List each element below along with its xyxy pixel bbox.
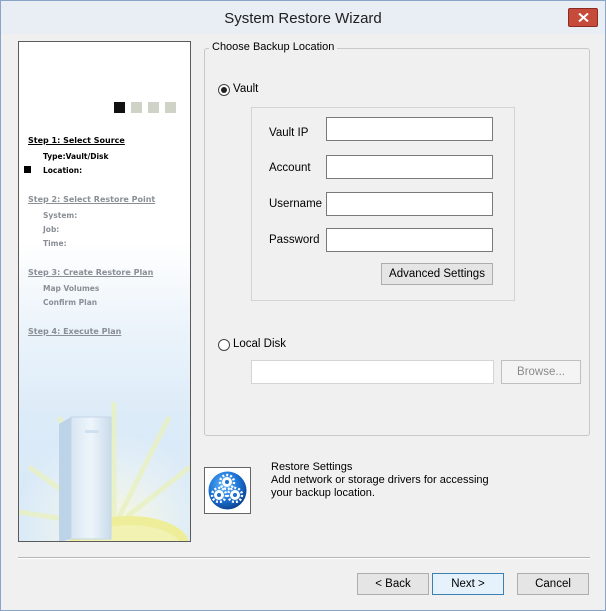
step-2-detail-time: Time: bbox=[43, 239, 67, 248]
title-bar: System Restore Wizard bbox=[1, 1, 605, 34]
step-1-label: Step 1: Select Source bbox=[28, 136, 125, 145]
restore-settings-button[interactable] bbox=[204, 467, 251, 514]
username-input[interactable] bbox=[326, 192, 493, 216]
cancel-button[interactable]: Cancel bbox=[517, 573, 589, 595]
username-label: Username bbox=[269, 198, 323, 210]
step-1-detail-location: Location: bbox=[43, 166, 83, 175]
local-disk-path-input[interactable] bbox=[251, 360, 494, 384]
step-2-detail-system: System: bbox=[43, 211, 78, 220]
step-2-detail-job: Job: bbox=[43, 225, 60, 234]
server-sunrise-illustration bbox=[19, 372, 190, 541]
close-button[interactable] bbox=[568, 8, 598, 27]
step-4-label: Step 4: Execute Plan bbox=[28, 327, 122, 336]
account-label: Account bbox=[269, 162, 311, 174]
gears-icon bbox=[208, 471, 247, 510]
vault-radio-label[interactable]: Vault bbox=[233, 83, 258, 95]
footer-separator bbox=[18, 557, 590, 559]
vault-ip-label: Vault IP bbox=[269, 127, 309, 139]
step-2-label: Step 2: Select Restore Point bbox=[28, 195, 156, 204]
close-icon bbox=[578, 13, 589, 22]
wizard-window: System Restore Wizard Step 1: Select Sou… bbox=[0, 0, 606, 611]
restore-settings-description: Add network or storage drivers for acces… bbox=[271, 474, 489, 499]
group-title: Choose Backup Location bbox=[209, 41, 338, 53]
restore-settings-title: Restore Settings bbox=[271, 461, 353, 473]
radio-selected-dot bbox=[221, 87, 227, 93]
password-input[interactable] bbox=[326, 228, 493, 252]
steps-panel: Step 1: Select Source Type:Vault/Disk Lo… bbox=[18, 41, 191, 542]
current-item-bullet bbox=[24, 166, 31, 173]
step-3-detail-confirm-plan: Confirm Plan bbox=[43, 298, 98, 307]
account-input[interactable] bbox=[326, 155, 493, 179]
local-disk-radio-label[interactable]: Local Disk bbox=[233, 338, 286, 350]
next-button[interactable]: Next > bbox=[432, 573, 504, 595]
progress-square bbox=[131, 102, 142, 113]
step-3-label: Step 3: Create Restore Plan bbox=[28, 268, 154, 277]
vault-radio[interactable] bbox=[218, 84, 230, 96]
password-label: Password bbox=[269, 234, 320, 246]
browse-button[interactable]: Browse... bbox=[501, 360, 581, 384]
vault-ip-input[interactable] bbox=[326, 117, 493, 141]
local-disk-radio[interactable] bbox=[218, 339, 230, 351]
back-button[interactable]: < Back bbox=[357, 573, 429, 595]
advanced-settings-button[interactable]: Advanced Settings bbox=[381, 263, 493, 285]
step-1-detail-type: Type:Vault/Disk bbox=[43, 152, 109, 161]
progress-square-complete bbox=[114, 102, 125, 113]
progress-square bbox=[165, 102, 176, 113]
step-3-detail-map-volumes: Map Volumes bbox=[43, 284, 100, 293]
window-title: System Restore Wizard bbox=[224, 10, 382, 27]
progress-square bbox=[148, 102, 159, 113]
